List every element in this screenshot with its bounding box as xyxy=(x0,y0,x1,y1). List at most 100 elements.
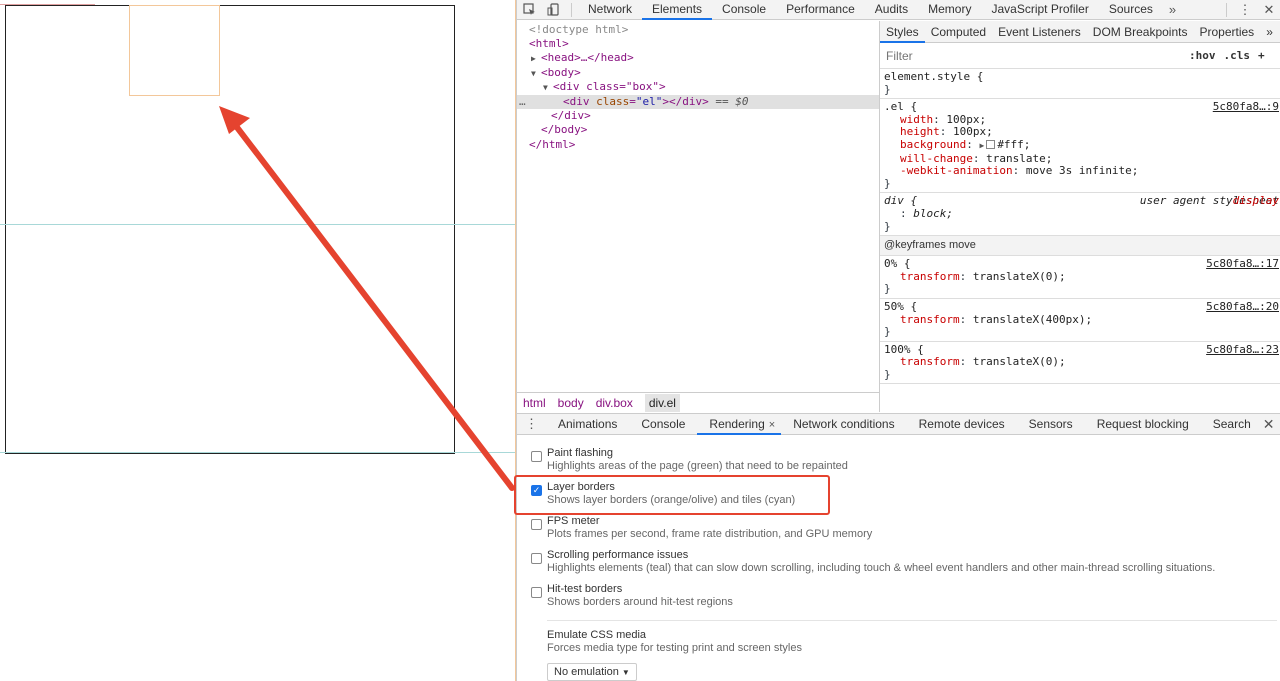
dom-div-close[interactable]: </div> xyxy=(517,109,879,123)
tab-javascript-profiler[interactable]: JavaScript Profiler xyxy=(981,0,1098,20)
tab-memory[interactable]: Memory xyxy=(918,0,981,20)
dom-doctype[interactable]: <!doctype html> xyxy=(517,21,879,37)
tab-styles[interactable]: Styles xyxy=(880,21,925,43)
breadcrumb-body[interactable]: body xyxy=(558,396,584,410)
dom-body-close[interactable]: </body> xyxy=(517,123,879,137)
close-devtools-icon[interactable]: ✕ xyxy=(1257,0,1280,20)
property-value: 100px; xyxy=(953,125,993,139)
tab-dom-breakpoints[interactable]: DOM Breakpoints xyxy=(1087,21,1194,43)
rule-source-link[interactable]: 5c80fa8…:23 xyxy=(1206,343,1279,357)
tab-console[interactable]: Console xyxy=(712,0,776,20)
option-title: Paint flashing xyxy=(547,447,614,459)
kebab-menu-icon[interactable]: ⋮ xyxy=(1233,0,1257,20)
dom-div-box[interactable]: ▼ <div class="box"> xyxy=(517,80,879,94)
property-name: transform xyxy=(900,269,960,283)
tab-performance[interactable]: Performance xyxy=(776,0,865,20)
dom-div-el-selected[interactable]: … <div class="el"></div> == $0 xyxy=(517,94,879,109)
rule-source-link[interactable]: 5c80fa8…:9 xyxy=(1213,101,1279,114)
property-name: transform xyxy=(900,355,960,369)
tab-audits[interactable]: Audits xyxy=(865,0,918,20)
paint-flashing-checkbox[interactable] xyxy=(531,451,542,462)
drawer-tab-sensors[interactable]: Sensors xyxy=(1017,413,1085,435)
div-el-attr-value: "el" xyxy=(635,94,663,108)
option-description: Highlights areas of the page (green) tha… xyxy=(547,460,848,472)
dropdown-arrow-icon: ▼ xyxy=(621,668,630,677)
breadcrumb-div-box[interactable]: div.box xyxy=(596,396,633,410)
breadcrumb-html[interactable]: html xyxy=(523,396,546,410)
devtools-toolbar: Network Elements Console Performance Aud… xyxy=(517,0,1280,20)
fps-meter-checkbox[interactable] xyxy=(531,519,542,530)
more-actions-icon[interactable]: … xyxy=(519,95,526,109)
keyframe-rule-100[interactable]: 100% { 5c80fa8…:23 transform: translateX… xyxy=(880,342,1280,385)
keyframe-rule-50[interactable]: 50% { 5c80fa8…:20 transform: translateX(… xyxy=(880,299,1280,342)
style-declaration[interactable]: background: ▶ #fff; xyxy=(884,137,1277,153)
html-close-tag: </html> xyxy=(529,137,576,151)
hit-test-borders-checkbox[interactable] xyxy=(531,587,542,598)
dom-html-close[interactable]: </html> xyxy=(517,138,879,152)
drawer-menu-icon[interactable]: ⋮ xyxy=(517,413,546,435)
property-value: translateX(400px); xyxy=(972,312,1093,326)
collapse-triangle-icon[interactable]: ▼ xyxy=(531,67,541,81)
property-value: #fff; xyxy=(997,137,1031,151)
style-declaration[interactable]: transform: translateX(0); xyxy=(884,269,1277,284)
tab-properties[interactable]: Properties xyxy=(1193,21,1260,43)
expand-triangle-icon[interactable]: ▶ xyxy=(531,52,541,66)
option-fps-meter[interactable]: FPS meter Plots frames per second, frame … xyxy=(531,515,872,545)
div-ua-rule[interactable]: div { user agent stylesheet display: blo… xyxy=(880,193,1280,237)
dom-head[interactable]: ▶ <head>…</head> xyxy=(517,51,879,65)
inspect-icon[interactable] xyxy=(517,0,541,20)
keyframe-rule-0[interactable]: 0% { 5c80fa8…:17 transform: translateX(0… xyxy=(880,256,1280,299)
element-style-rule[interactable]: element.style { } xyxy=(880,69,1280,100)
tab-sources[interactable]: Sources xyxy=(1099,0,1163,20)
tab-network[interactable]: Network xyxy=(578,0,642,20)
styles-filter-input[interactable] xyxy=(886,45,1181,66)
close-tab-icon[interactable]: × xyxy=(769,419,775,431)
style-declaration[interactable]: transform: translateX(400px); xyxy=(884,312,1277,327)
emulate-media-select[interactable]: No emulation ▼ xyxy=(547,663,637,681)
drawer-tab-request-blocking[interactable]: Request blocking xyxy=(1085,413,1201,435)
el-rule[interactable]: .el { 5c80fa8…:9 width: 100px; height: 1… xyxy=(880,99,1280,194)
color-swatch-icon[interactable] xyxy=(986,140,996,150)
div-box-tag: <div class="box"> xyxy=(553,80,666,94)
dom-html[interactable]: <html> xyxy=(517,37,879,51)
option-scrolling-performance[interactable]: Scrolling performance issues Highlights e… xyxy=(531,549,1215,579)
rule-selector: element.style { xyxy=(884,70,984,83)
drawer-tab-rendering[interactable]: Rendering × xyxy=(697,413,782,435)
property-value: translateX(0); xyxy=(972,355,1066,369)
tab-elements[interactable]: Elements xyxy=(642,0,713,20)
drawer-tab-animations[interactable]: Animations xyxy=(546,413,629,435)
tile-border-line xyxy=(0,224,516,225)
tab-computed[interactable]: Computed xyxy=(925,21,992,43)
style-declaration[interactable]: transform: translateX(0); xyxy=(884,355,1277,369)
option-title: FPS meter xyxy=(547,515,600,527)
option-title: Hit-test borders xyxy=(547,583,623,595)
drawer-tab-search[interactable]: Search xyxy=(1201,413,1263,435)
emulate-description: Forces media type for testing print and … xyxy=(547,642,802,654)
expand-triangle-icon[interactable]: ▶ xyxy=(979,141,984,150)
style-declaration[interactable]: -webkit-animation: move 3s infinite; xyxy=(884,164,1277,178)
tab-event-listeners[interactable]: Event Listeners xyxy=(992,21,1087,43)
new-rule-button[interactable]: + xyxy=(1258,49,1265,62)
device-toggle-icon[interactable] xyxy=(541,0,565,20)
drawer-tab-console[interactable]: Console xyxy=(629,413,697,435)
breadcrumb-div-el[interactable]: div.el xyxy=(644,393,680,412)
dom-body[interactable]: ▼ <body> xyxy=(517,66,879,80)
more-tabs-icon[interactable]: » xyxy=(1260,21,1279,43)
property-value: translateX(0); xyxy=(972,269,1066,283)
class-toggle-button[interactable]: .cls xyxy=(1224,49,1251,62)
option-hit-test-borders[interactable]: Hit-test borders Shows borders around hit… xyxy=(531,583,733,613)
more-tabs-icon[interactable]: » xyxy=(1163,2,1182,17)
rule-source-link[interactable]: 5c80fa8…:20 xyxy=(1206,300,1279,314)
drawer-tab-remote-devices[interactable]: Remote devices xyxy=(907,413,1017,435)
rule-source-link[interactable]: 5c80fa8…:17 xyxy=(1206,258,1279,271)
option-paint-flashing[interactable]: Paint flashing Highlights areas of the pa… xyxy=(531,447,848,477)
styles-filter-row: :hov .cls + xyxy=(880,43,1280,69)
drawer-tab-network-conditions[interactable]: Network conditions xyxy=(781,413,906,435)
scrolling-performance-checkbox[interactable] xyxy=(531,553,542,564)
emulate-css-media: Emulate CSS media Forces media type for … xyxy=(547,620,1277,681)
close-drawer-icon[interactable]: ✕ xyxy=(1263,416,1275,433)
collapse-triangle-icon[interactable]: ▼ xyxy=(543,81,553,95)
hover-state-button[interactable]: :hov xyxy=(1189,49,1216,62)
rule-close: } xyxy=(884,219,891,233)
option-description: Plots frames per second, frame rate dist… xyxy=(547,528,873,540)
